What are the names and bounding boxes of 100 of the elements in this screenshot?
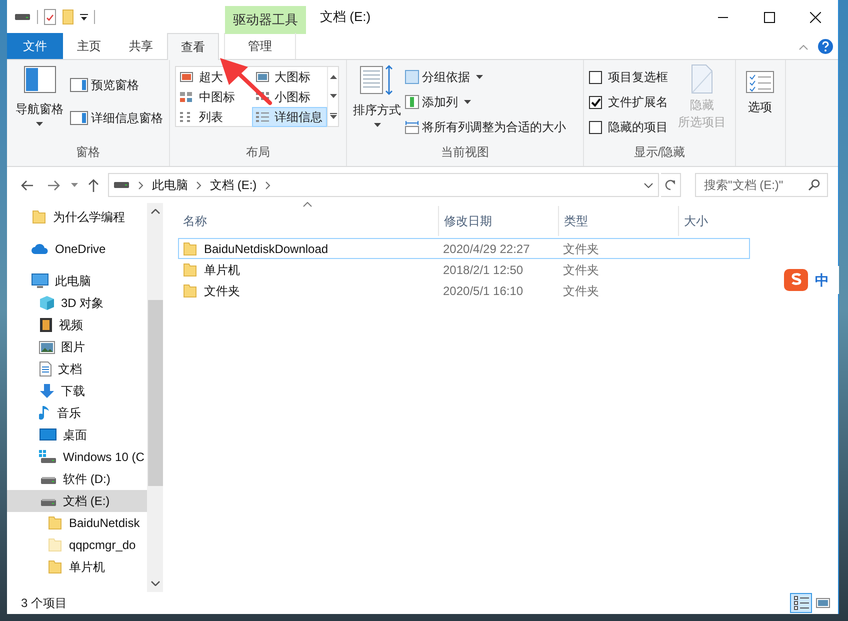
ribbon-tab[interactable]: 主页 — [63, 33, 115, 59]
table-cell-text: 2020/5/1 16:10 — [443, 282, 524, 300]
sort-by-button[interactable]: 排序方式 — [351, 64, 403, 143]
nav-item[interactable]: qqpcmgr_do — [7, 534, 147, 556]
ribbon-tab[interactable]: 管理 — [224, 33, 296, 59]
ribbon-tab[interactable]: 共享 — [115, 33, 167, 59]
minimize-icon — [718, 16, 728, 18]
ime-mode-label[interactable]: 中 — [815, 270, 829, 290]
maximize-icon — [764, 12, 774, 22]
nav-item[interactable]: 桌面 — [7, 424, 147, 446]
address-bar[interactable]: 此电脑 文档 (E:) — [108, 173, 659, 197]
checkbox-option[interactable]: 隐藏的项目 — [589, 115, 668, 139]
table-cell-text: 文件夹 — [563, 282, 599, 300]
window-title: 文档 (E:) — [319, 8, 372, 26]
picture-icon — [39, 340, 55, 354]
layout-option[interactable]: 详细信息 — [252, 107, 327, 127]
checkbox-option[interactable]: 文件扩展名 — [589, 90, 668, 114]
details-view-button[interactable] — [790, 593, 812, 613]
column-header[interactable]: 修改日期 — [438, 206, 558, 236]
folder-icon — [31, 209, 47, 225]
ribbon-button[interactable]: 添加列 — [403, 90, 568, 114]
breadcrumb[interactable]: 文档 (E:) — [210, 176, 257, 194]
refresh-button[interactable] — [661, 173, 681, 197]
cloud-icon — [31, 243, 49, 255]
table-cell-text: 文件夹 — [204, 282, 240, 300]
sort-icon — [360, 64, 394, 96]
nav-item[interactable]: 下载 — [7, 380, 147, 402]
table-cell-text: 2020/4/29 22:27 — [443, 240, 530, 258]
nav-item[interactable]: 音乐 — [7, 402, 147, 424]
nav-item[interactable]: Windows 10 (C — [7, 446, 147, 468]
grid-icon — [180, 92, 193, 102]
scrollbar[interactable] — [147, 203, 163, 592]
checkbox-option[interactable]: 项目复选框 — [589, 65, 668, 89]
folder-icon — [182, 262, 198, 278]
breadcrumb[interactable]: 此电脑 — [152, 176, 188, 194]
up-arrow-icon — [88, 178, 98, 192]
nav-item[interactable]: BaiduNetdisk — [7, 512, 147, 534]
column-header[interactable]: 类型 — [558, 206, 678, 236]
ribbon-button[interactable]: 分组依据 — [403, 65, 568, 89]
table-cell-text: 2018/2/1 12:50 — [443, 262, 524, 278]
group-label: 当前视图 — [441, 144, 489, 161]
scroll-down-icon — [150, 581, 160, 586]
cube-icon — [39, 295, 55, 311]
pane-icon — [70, 78, 88, 92]
ribbon-tab[interactable]: 文件 — [7, 33, 63, 59]
right-arrow-icon — [46, 180, 60, 190]
layout-option[interactable]: 小图标 — [252, 87, 327, 107]
layout-option[interactable]: 中图标 — [176, 87, 252, 107]
nav-item[interactable]: 此电脑 — [7, 270, 147, 292]
column-header[interactable]: 名称 — [178, 206, 438, 236]
file-row[interactable]: 文件夹 2020/5/1 16:10 文件夹 — [178, 280, 750, 301]
document-icon — [691, 64, 713, 94]
list-icon — [180, 112, 193, 122]
search-field[interactable]: 搜索"文档 (E:)" — [695, 173, 828, 197]
table-cell-text: BaiduNetdiskDownload — [204, 240, 328, 258]
nav-item[interactable]: 单片机 — [7, 556, 147, 578]
folder-icon — [182, 282, 198, 298]
nav-item[interactable]: 文档 — [7, 358, 147, 380]
nav-item[interactable]: 为什么学编程 — [7, 206, 147, 228]
nav-item[interactable]: 视频 — [7, 314, 147, 336]
music-note-icon — [39, 405, 51, 421]
nav-item[interactable]: 软件 (D:) — [7, 468, 147, 490]
chevron-icon — [196, 180, 202, 190]
ribbon-button[interactable]: 详细信息窗格 — [68, 106, 165, 130]
expand-gallery-icon — [330, 112, 336, 118]
ribbon-button[interactable]: 预览窗格 — [68, 73, 165, 97]
add-column-icon — [405, 95, 419, 109]
context-tab-header: 驱动器工具 — [225, 6, 306, 34]
caret-icon — [476, 75, 483, 79]
group-label: 窗格 — [76, 144, 100, 161]
ribbon-tab[interactable]: 查看 — [167, 33, 219, 60]
file-row[interactable]: 单片机 2018/2/1 12:50 文件夹 — [178, 259, 750, 280]
group-label: 布局 — [246, 144, 270, 161]
status-text: 3 个项目 — [21, 595, 68, 612]
nav-item[interactable]: OneDrive — [7, 238, 147, 260]
document-icon — [39, 361, 52, 377]
group-label: 显示/隐藏 — [634, 144, 686, 161]
table-cell-text: 文件夹 — [563, 262, 599, 278]
details-icon — [256, 112, 268, 122]
ribbon-button[interactable]: 将所有列调整为合适的大小 — [403, 115, 568, 139]
folder-icon — [47, 515, 63, 531]
chevron-icon — [264, 180, 271, 190]
nav-item[interactable]: 图片 — [7, 336, 147, 358]
drive-icon — [15, 12, 31, 22]
nav-item[interactable]: 文档 (E:) — [7, 490, 147, 512]
search-icon — [808, 179, 820, 191]
nav-item[interactable]: 3D 对象 — [7, 292, 147, 314]
caret-icon — [464, 100, 471, 104]
pane-icon — [24, 66, 56, 93]
table-cell-text: 文件夹 — [563, 240, 599, 258]
layout-option[interactable]: 大图标 — [252, 67, 327, 87]
file-row[interactable]: BaiduNetdiskDownload 2020/4/29 22:27 文件夹 — [178, 238, 750, 259]
dropdown-icon — [644, 182, 653, 188]
options-button[interactable]: 选项 — [740, 64, 780, 166]
layout-option[interactable]: 列表 — [176, 107, 252, 127]
left-arrow-icon — [20, 180, 34, 190]
help-icon — [818, 39, 833, 54]
navigation-pane-button[interactable]: 导航窗格 — [11, 64, 68, 143]
column-header[interactable]: 大小 — [678, 206, 758, 236]
table-cell-text: 单片机 — [204, 262, 240, 278]
